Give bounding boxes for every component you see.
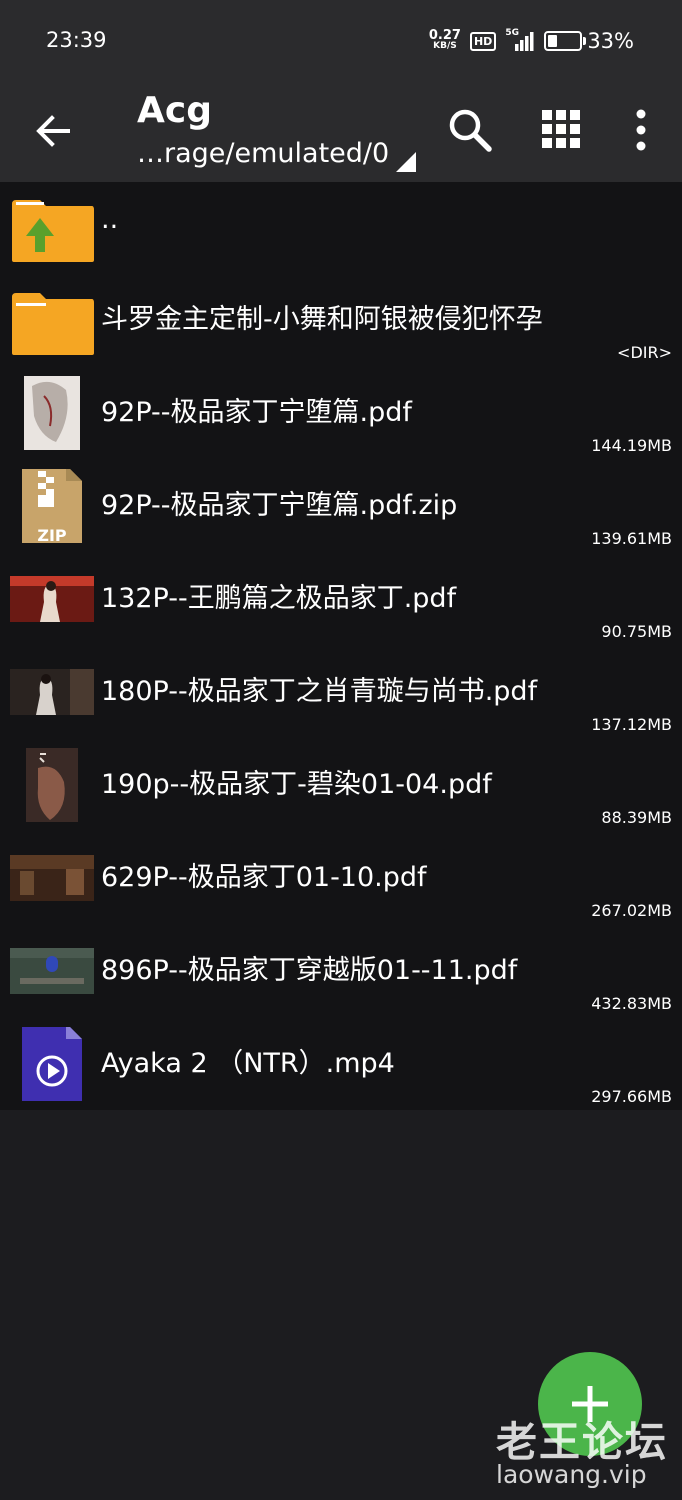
network-speed-unit: KB/S — [433, 41, 457, 51]
network-type: 5G — [505, 28, 519, 38]
battery-percent: 33% — [587, 29, 634, 53]
pdf-thumbnail — [10, 934, 96, 1008]
back-arrow-icon — [36, 115, 70, 147]
file-size: <DIR> — [617, 343, 672, 362]
file-name: 92P--极品家丁宁堕篇.pdf.zip — [101, 490, 458, 521]
list-item[interactable]: 180P--极品家丁之肖青璇与尚书.pdf 137.12MB — [0, 647, 682, 740]
file-name: 190p--极品家丁-碧染01-04.pdf — [101, 769, 492, 800]
list-item[interactable]: 132P--王鹏篇之极品家丁.pdf 90.75MB — [0, 554, 682, 647]
status-bar: 23:39 0.27 KB/S HD 5G 33% — [0, 0, 682, 78]
status-time: 23:39 — [46, 28, 107, 52]
signal-icon: 5G — [505, 28, 535, 52]
file-name: 629P--极品家丁01-10.pdf — [101, 862, 427, 893]
grid-icon — [542, 110, 580, 148]
list-item[interactable]: 629P--极品家丁01-10.pdf 267.02MB — [0, 833, 682, 926]
zip-file-icon: ZIP — [10, 465, 96, 547]
hd-badge: HD — [469, 31, 497, 51]
svg-text:ZIP: ZIP — [37, 526, 67, 543]
pdf-thumbnail — [10, 744, 96, 828]
battery-icon — [544, 31, 587, 51]
file-name: 896P--极品家丁穿越版01--11.pdf — [101, 955, 518, 986]
file-name: 132P--王鹏篇之极品家丁.pdf — [101, 583, 457, 614]
app-bar: Acg …rage/emulated/0 — [0, 78, 682, 182]
pdf-thumbnail — [10, 372, 96, 454]
folder-up-icon — [10, 190, 96, 264]
list-item[interactable]: Ayaka 2 （NTR）.mp4 297.66MB — [0, 1019, 682, 1112]
folder-icon — [10, 283, 96, 357]
back-button[interactable] — [28, 106, 78, 156]
file-size: 88.39MB — [601, 808, 672, 827]
pdf-thumbnail — [10, 562, 96, 636]
battery: 33% — [544, 29, 634, 53]
file-size: 137.12MB — [591, 715, 672, 734]
file-name: 180P--极品家丁之肖青璇与尚书.pdf — [101, 676, 538, 707]
grid-view-button[interactable] — [536, 104, 586, 154]
list-item[interactable]: 190p--极品家丁-碧染01-04.pdf 88.39MB — [0, 740, 682, 833]
file-name: 斗罗金主定制-小舞和阿银被侵犯怀孕 — [101, 304, 543, 335]
file-list: .. 斗罗金主定制-小舞和阿银被侵犯怀孕 <DIR> 92P--极品家丁宁堕篇.… — [0, 182, 682, 1110]
list-item[interactable]: 斗罗金主定制-小舞和阿银被侵犯怀孕 <DIR> — [0, 275, 682, 368]
video-file-icon — [10, 1023, 96, 1105]
file-name: .. — [101, 204, 119, 235]
list-item[interactable]: 92P--极品家丁宁堕篇.pdf 144.19MB — [0, 368, 682, 461]
pdf-thumbnail — [10, 655, 96, 729]
file-size: 432.83MB — [591, 994, 672, 1013]
search-button[interactable] — [444, 104, 496, 156]
list-item[interactable]: .. — [0, 182, 682, 275]
folder-title: Acg — [137, 90, 212, 131]
network-speed: 0.27 KB/S — [428, 28, 461, 52]
watermark-text: 老王论坛 — [496, 1418, 668, 1466]
path-selector[interactable]: …rage/emulated/0 — [137, 138, 389, 169]
dropdown-triangle-icon[interactable] — [396, 152, 416, 172]
file-size: 139.61MB — [591, 529, 672, 548]
list-item[interactable]: 896P--极品家丁穿越版01--11.pdf 432.83MB — [0, 926, 682, 1019]
file-name: 92P--极品家丁宁堕篇.pdf — [101, 397, 412, 428]
pdf-thumbnail — [10, 841, 96, 915]
file-size: 144.19MB — [591, 436, 672, 455]
file-name: Ayaka 2 （NTR）.mp4 — [101, 1048, 395, 1079]
file-size: 90.75MB — [601, 622, 672, 641]
list-item[interactable]: ZIP 92P--极品家丁宁堕篇.pdf.zip 139.61MB — [0, 461, 682, 554]
file-size: 297.66MB — [591, 1087, 672, 1106]
file-size: 267.02MB — [591, 901, 672, 920]
status-indicators: 0.27 KB/S HD 5G 33% — [429, 26, 634, 56]
network-speed-value: 0.27 — [428, 28, 461, 43]
more-vert-icon — [636, 109, 646, 151]
search-icon — [449, 109, 492, 152]
watermark-url: laowang.vip — [496, 1460, 647, 1489]
more-options-button[interactable] — [624, 104, 658, 156]
